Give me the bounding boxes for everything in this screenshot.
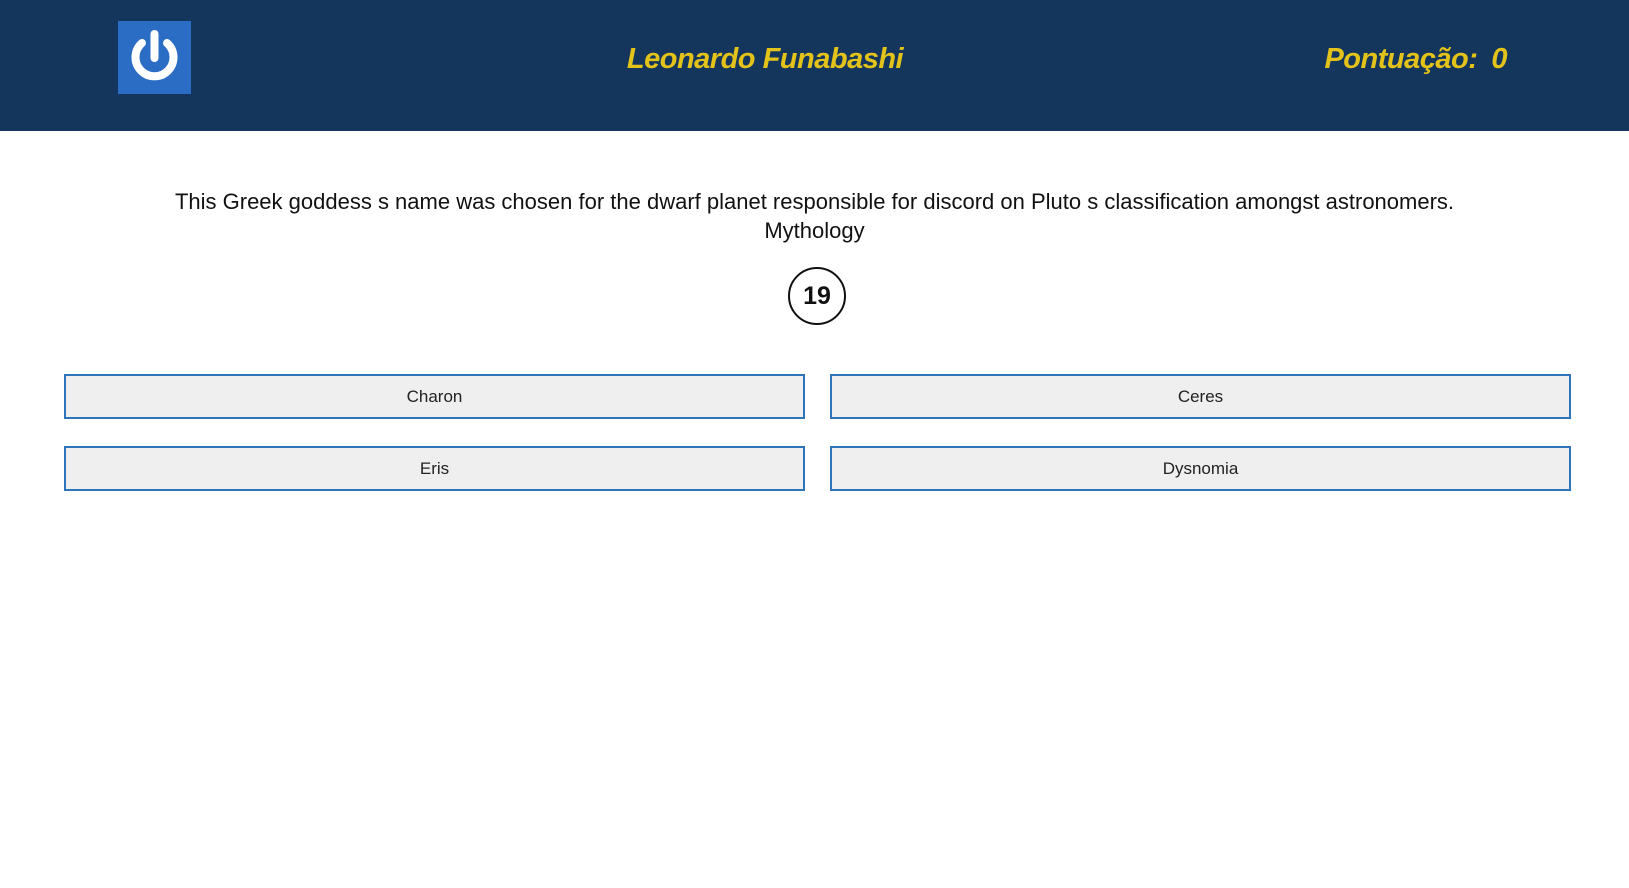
question-text: This Greek goddess s name was chosen for…	[174, 189, 1455, 214]
score-label: Pontuação:	[1324, 43, 1478, 75]
answer-button-charon[interactable]: Charon	[64, 374, 805, 419]
score-display: Pontuação: 0	[1324, 40, 1507, 78]
score-value: 0	[1491, 43, 1507, 75]
answer-button-dysnomia[interactable]: Dysnomia	[830, 446, 1571, 491]
top-bar: Leonardo Funabashi Pontuação: 0	[0, 0, 1629, 131]
logout-button[interactable]	[118, 21, 191, 94]
player-name: Leonardo Funabashi	[626, 43, 904, 75]
power-icon	[118, 21, 191, 94]
answer-button-ceres[interactable]: Ceres	[830, 374, 1571, 419]
question-category: Mythology	[764, 218, 865, 243]
answer-button-eris[interactable]: Eris	[64, 446, 805, 491]
countdown-timer: 19	[788, 267, 846, 325]
